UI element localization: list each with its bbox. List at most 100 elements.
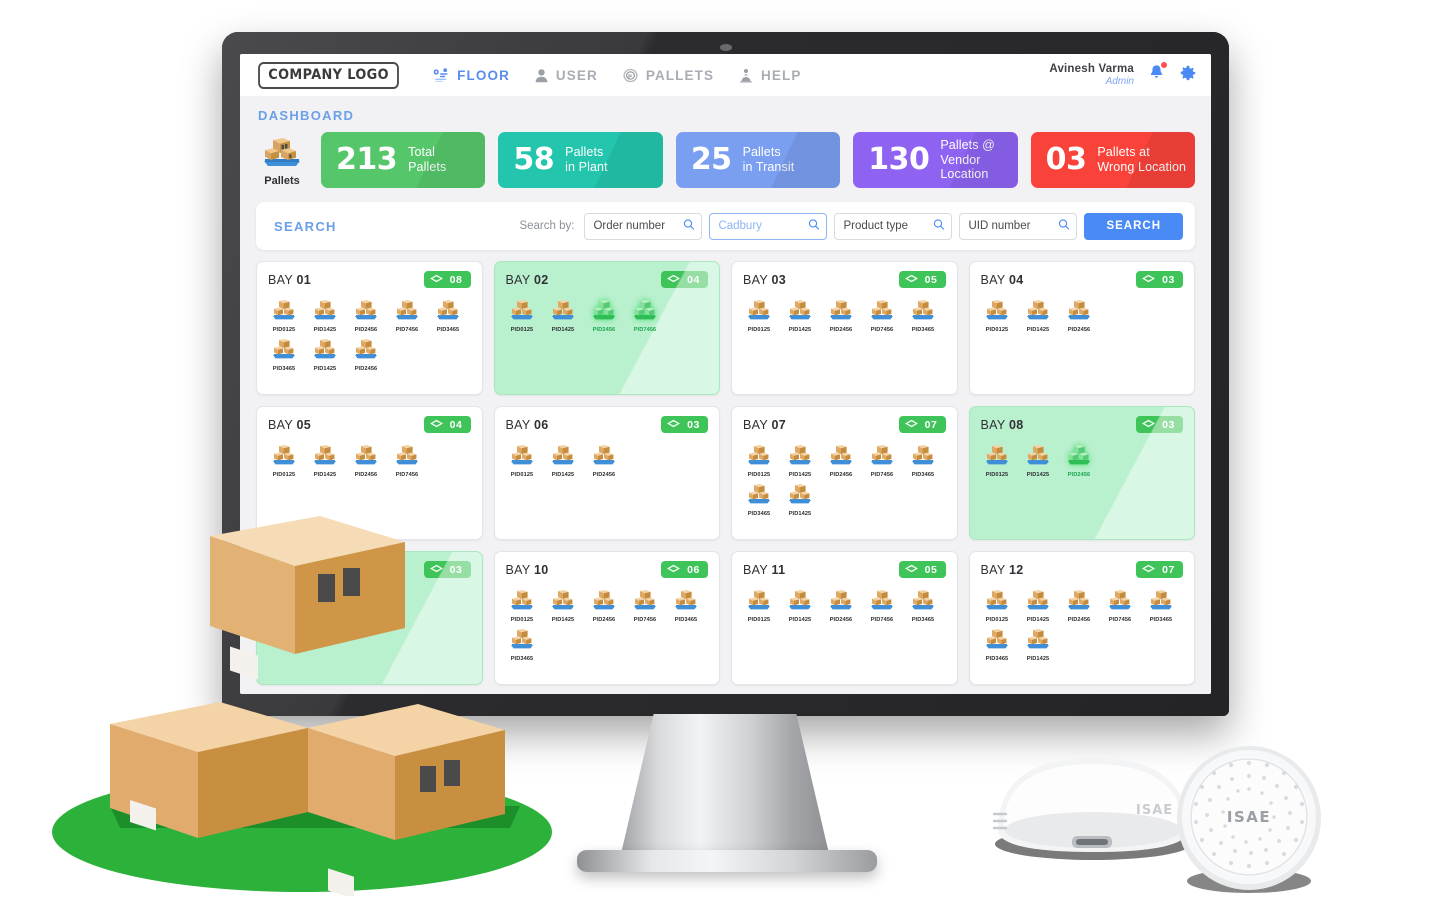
pallet-item[interactable]: PID2456: [350, 338, 382, 372]
top-navigation-bar: COMPANY LOGO FLOOR USER P PALLETS HELP A…: [240, 54, 1211, 96]
pallet-item[interactable]: PID0125: [981, 589, 1013, 623]
bay-card-04[interactable]: BAY 04 03 PID0125 PID1425 PID2456: [968, 261, 1195, 395]
pallet-item[interactable]: PID7456: [629, 299, 661, 333]
nav-item-user[interactable]: USER: [534, 68, 598, 83]
search-input-uid-number[interactable]: UID number: [959, 212, 1078, 240]
pallet-item[interactable]: PID7456: [391, 299, 423, 333]
pallet-item[interactable]: PID7456: [1104, 589, 1136, 623]
nav-item-pallets[interactable]: P PALLETS: [622, 68, 714, 83]
company-logo[interactable]: COMPANY LOGO: [258, 61, 400, 89]
pallet-item[interactable]: PID2456: [588, 299, 620, 333]
bay-card-12[interactable]: BAY 12 07 PID0125 PID1425 PID2456 PID745…: [968, 551, 1195, 685]
search-input-order-number[interactable]: Order number: [584, 212, 703, 240]
pallet-icon: [910, 445, 936, 470]
pallet-item[interactable]: PID7456: [866, 589, 898, 623]
pallet-item[interactable]: PID1425: [1022, 628, 1054, 662]
pallet-item[interactable]: PID0125: [506, 299, 538, 333]
stat-card-pallets-in-transit[interactable]: 25 Pallets in Transit: [675, 132, 841, 188]
pallet-item[interactable]: PID2456: [1063, 444, 1095, 478]
stat-card-pallets-in-plant[interactable]: 58 Pallets in Plant: [498, 132, 663, 188]
pallet-item[interactable]: PID3465: [268, 338, 300, 372]
pallet-item[interactable]: PID1425: [1022, 299, 1054, 333]
search-input-product-type[interactable]: Product type: [834, 212, 953, 240]
gear-icon[interactable]: [1179, 64, 1197, 87]
pallet-item[interactable]: PID7456: [629, 589, 661, 623]
search-input-uid-number-value: UID number: [968, 220, 1031, 232]
pallet-item[interactable]: PID2456: [350, 444, 382, 478]
nav-item-help[interactable]: HELP: [738, 68, 801, 83]
pallet-item[interactable]: PID0125: [981, 444, 1013, 478]
pallet-item[interactable]: PID1425: [547, 299, 579, 333]
pallet-item[interactable]: PID3465: [1145, 589, 1177, 623]
pallet-icon: [787, 300, 813, 325]
pallet-item[interactable]: PID3465: [432, 299, 464, 333]
notifications-button[interactable]: [1148, 61, 1168, 86]
bay-card-03[interactable]: BAY 03 05 PID0125 PID1425 PID2456 PID745…: [731, 261, 958, 395]
bay-title-number: 04: [1009, 272, 1024, 287]
pallet-item[interactable]: PID1425: [309, 444, 341, 478]
rfid-tag-icon: [1141, 419, 1156, 431]
pallet-item[interactable]: PID2456: [588, 589, 620, 623]
pallet-item[interactable]: PID2456: [350, 299, 382, 333]
pallet-icon: [550, 300, 576, 325]
pallet-item[interactable]: PID2456: [825, 299, 857, 333]
pallet-item[interactable]: PID1425: [784, 299, 816, 333]
pallet-item[interactable]: PID0125: [268, 299, 300, 333]
pallet-item[interactable]: PID1425: [1022, 444, 1054, 478]
pallet-item[interactable]: PID0125: [506, 444, 538, 478]
pallet-item[interactable]: PID2456: [1063, 589, 1095, 623]
stat-label-line1: Pallets: [565, 145, 604, 160]
stat-card-total-pallets[interactable]: 213 Total Pallets: [321, 132, 486, 188]
pallet-item[interactable]: PID1425: [784, 444, 816, 478]
user-info[interactable]: Avinesh Varma Admin: [1049, 63, 1134, 88]
gateway-device: ISAE: [988, 752, 1198, 864]
pallet-item[interactable]: PID2456: [1063, 299, 1095, 333]
pallet-item[interactable]: PID2456: [825, 589, 857, 623]
pallet-item[interactable]: PID1425: [309, 338, 341, 372]
bay-card-08[interactable]: BAY 08 03 PID0125 PID1425 PID2456: [968, 406, 1195, 540]
pallet-item[interactable]: PID2456: [825, 444, 857, 478]
pallet-item[interactable]: PID0125: [743, 589, 775, 623]
bay-card-02[interactable]: BAY 02 04 PID0125 PID1425 PID2456 PID745…: [493, 261, 720, 395]
pallet-item[interactable]: PID3465: [907, 299, 939, 333]
bay-card-07[interactable]: BAY 07 07 PID0125 PID1425 PID2456 PID745…: [731, 406, 958, 540]
pallet-icon: [869, 300, 895, 325]
bay-count-badge: 08: [423, 271, 471, 288]
pallet-item[interactable]: PID0125: [268, 444, 300, 478]
pallet-id-label: PID1425: [1026, 655, 1049, 663]
stat-card-pallets-wrong-location[interactable]: 03 Pallets at Wrong Location: [1030, 132, 1196, 188]
pallet-item[interactable]: PID0125: [743, 444, 775, 478]
bell-icon: [1148, 65, 1165, 85]
bay-card-01[interactable]: BAY 01 08 PID0125 PID1425 PID2456 PID745…: [256, 261, 483, 395]
bay-card-11[interactable]: BAY 11 05 PID0125 PID1425 PID2456 PID745…: [731, 551, 958, 685]
pallet-item[interactable]: PID1425: [309, 299, 341, 333]
pallet-item[interactable]: PID2456: [588, 444, 620, 478]
bay-pallet-list: PID0125 PID1425: [981, 299, 1184, 333]
pallet-id-label: PID3465: [747, 510, 771, 518]
pallet-item[interactable]: PID1425: [784, 483, 816, 517]
pallet-item[interactable]: PID1425: [547, 444, 579, 478]
pallet-item[interactable]: PID3465: [670, 589, 702, 623]
pallet-item[interactable]: PID3465: [907, 589, 939, 623]
pallet-icon: [312, 300, 338, 325]
nav-item-floor[interactable]: FLOOR: [433, 68, 510, 83]
pallet-item[interactable]: PID3465: [743, 483, 775, 517]
pallet-item[interactable]: PID3465: [907, 444, 939, 478]
pallet-item[interactable]: PID3465: [981, 628, 1013, 662]
pallet-icon: [1148, 590, 1174, 615]
pallet-item[interactable]: PID1425: [1022, 589, 1054, 623]
pallet-item[interactable]: PID7456: [391, 444, 423, 478]
pallet-item[interactable]: PID7456: [866, 444, 898, 478]
pallet-item[interactable]: PID7456: [866, 299, 898, 333]
search-by-label: Search by:: [519, 220, 575, 232]
rfid-tag-icon: [666, 274, 681, 286]
bay-pallet-list: PID0125 PID1425: [506, 444, 709, 478]
pallet-boxes-illustration: [50, 516, 570, 899]
pallet-item[interactable]: PID1425: [784, 589, 816, 623]
stat-card-pallets-vendor-location[interactable]: 130 Pallets @ Vendor Location: [853, 132, 1018, 188]
search-input-product-name[interactable]: Cadbury: [709, 212, 828, 240]
bay-count-badge: 03: [1136, 271, 1183, 288]
pallet-item[interactable]: PID0125: [981, 299, 1013, 333]
pallet-item[interactable]: PID0125: [743, 299, 775, 333]
search-button[interactable]: SEARCH: [1084, 212, 1183, 240]
